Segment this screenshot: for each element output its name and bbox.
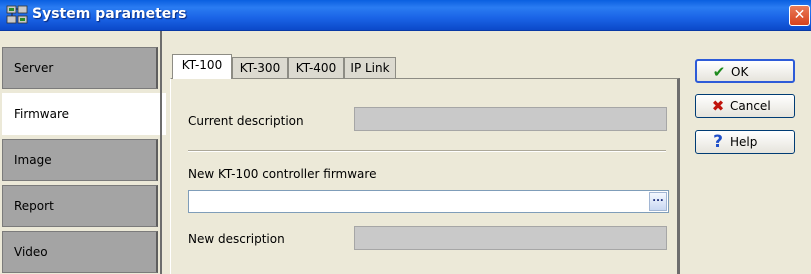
browse-button[interactable]: ... xyxy=(649,192,667,211)
current-description-label: Current description xyxy=(188,114,304,128)
sidebar-item-video[interactable]: Video xyxy=(2,231,158,273)
close-icon: ✕ xyxy=(793,7,806,23)
sidebar-item-firmware[interactable]: Firmware xyxy=(2,93,166,135)
title-bar[interactable]: System parameters ✕ xyxy=(0,0,811,31)
tab-kt-100[interactable]: KT-100 xyxy=(172,54,232,79)
new-firmware-path-input[interactable] xyxy=(188,190,669,213)
tab-ip-link[interactable]: IP Link xyxy=(344,57,396,79)
cancel-label: Cancel xyxy=(730,99,771,113)
ok-label: OK xyxy=(731,65,749,79)
sidebar-item-label: Image xyxy=(14,153,52,167)
help-label: Help xyxy=(730,135,758,149)
sidebar-item-label: Report xyxy=(14,199,54,213)
help-button[interactable]: ? Help xyxy=(695,130,795,154)
ok-button[interactable]: ✔ OK xyxy=(695,59,795,83)
tab-label: KT-400 xyxy=(295,61,337,75)
tab-kt-300[interactable]: KT-300 xyxy=(232,57,288,79)
tab-kt-400[interactable]: KT-400 xyxy=(288,57,344,79)
sidebar-item-label: Video xyxy=(14,245,48,259)
ellipsis-icon: ... xyxy=(652,193,664,204)
sidebar-nav: Server Firmware Image Report Video xyxy=(0,31,166,274)
sidebar-item-server[interactable]: Server xyxy=(2,47,158,89)
tab-label: IP Link xyxy=(350,61,390,75)
close-button[interactable]: ✕ xyxy=(789,5,810,26)
question-icon: ? xyxy=(713,132,723,152)
sidebar-item-report[interactable]: Report xyxy=(2,185,158,227)
sidebar-item-label: Server xyxy=(14,61,54,75)
check-icon: ✔ xyxy=(712,63,726,81)
tab-label: KT-100 xyxy=(181,58,223,72)
cross-icon: ✖ xyxy=(711,97,725,115)
sidebar-divider xyxy=(160,31,162,274)
cancel-button[interactable]: ✖ Cancel xyxy=(695,94,795,118)
window-title: System parameters xyxy=(32,6,187,22)
new-description-field[interactable] xyxy=(354,226,667,250)
new-firmware-label: New KT-100 controller firmware xyxy=(188,167,377,181)
new-description-label: New description xyxy=(188,232,285,246)
sidebar-item-label: Firmware xyxy=(14,107,69,121)
tab-label: KT-300 xyxy=(239,61,281,75)
sidebar-item-image[interactable]: Image xyxy=(2,139,158,181)
section-divider xyxy=(188,150,666,151)
app-icon xyxy=(6,5,28,24)
current-description-field xyxy=(354,107,667,131)
